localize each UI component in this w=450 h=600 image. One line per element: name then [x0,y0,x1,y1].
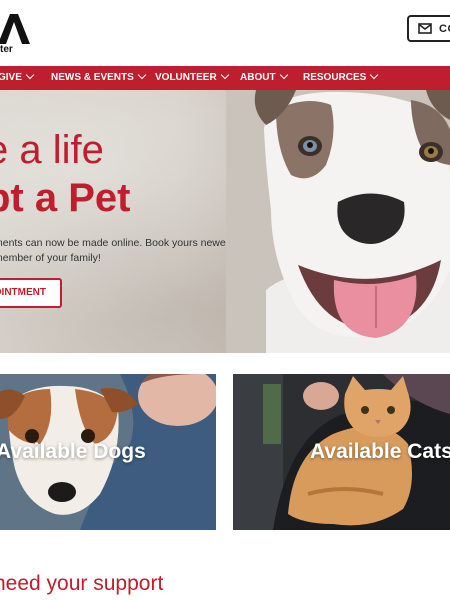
nav-item-give[interactable]: GIVE [0,66,35,90]
hero-description: ments can now be made online. Book yours… [0,237,234,264]
main-nav: GIVE NEWS & EVENTS VOLUNTEER ABOUT RESOU… [0,66,450,90]
nav-item-about[interactable]: ABOUT [240,66,288,90]
nav-label: NEWS & EVENTS [51,72,134,83]
hero-heading-line1: e a life [0,128,104,172]
hero-heading-line2: pt a Pet [0,176,131,220]
card-title: Available Dogs [0,440,146,463]
book-appointment-button[interactable]: OINTMENT [0,278,62,308]
chevron-down-icon [279,70,288,80]
nav-item-volunteer[interactable]: VOLUNTEER [155,66,229,90]
chevron-down-icon [25,70,35,80]
hero-dog-photo [226,90,450,353]
envelope-icon [418,23,432,34]
chevron-down-icon [220,70,229,80]
nav-item-news-events[interactable]: NEWS & EVENTS [51,66,147,90]
contact-button[interactable]: CO [407,15,450,42]
site-header: ter CO [0,0,450,66]
hero-banner: e a life pt a Pet ments can now be made … [0,90,450,353]
nav-label: ABOUT [240,72,276,83]
nav-label: GIVE [0,72,22,83]
nav-label: VOLUNTEER [155,72,217,83]
logo-tagline: ter [0,44,13,55]
nav-item-resources[interactable]: RESOURCES [303,66,379,90]
contact-label: CO [439,22,450,35]
chevron-down-icon [137,70,147,80]
support-heading: need your support [0,572,163,596]
support-heading-text: need your support [0,572,164,595]
card-title: Available Cats [310,440,450,463]
available-cats-card[interactable]: Available Cats [233,374,450,530]
available-dogs-card[interactable]: Available Dogs [0,374,216,530]
chevron-down-icon [370,70,379,80]
nav-label: RESOURCES [303,72,367,83]
